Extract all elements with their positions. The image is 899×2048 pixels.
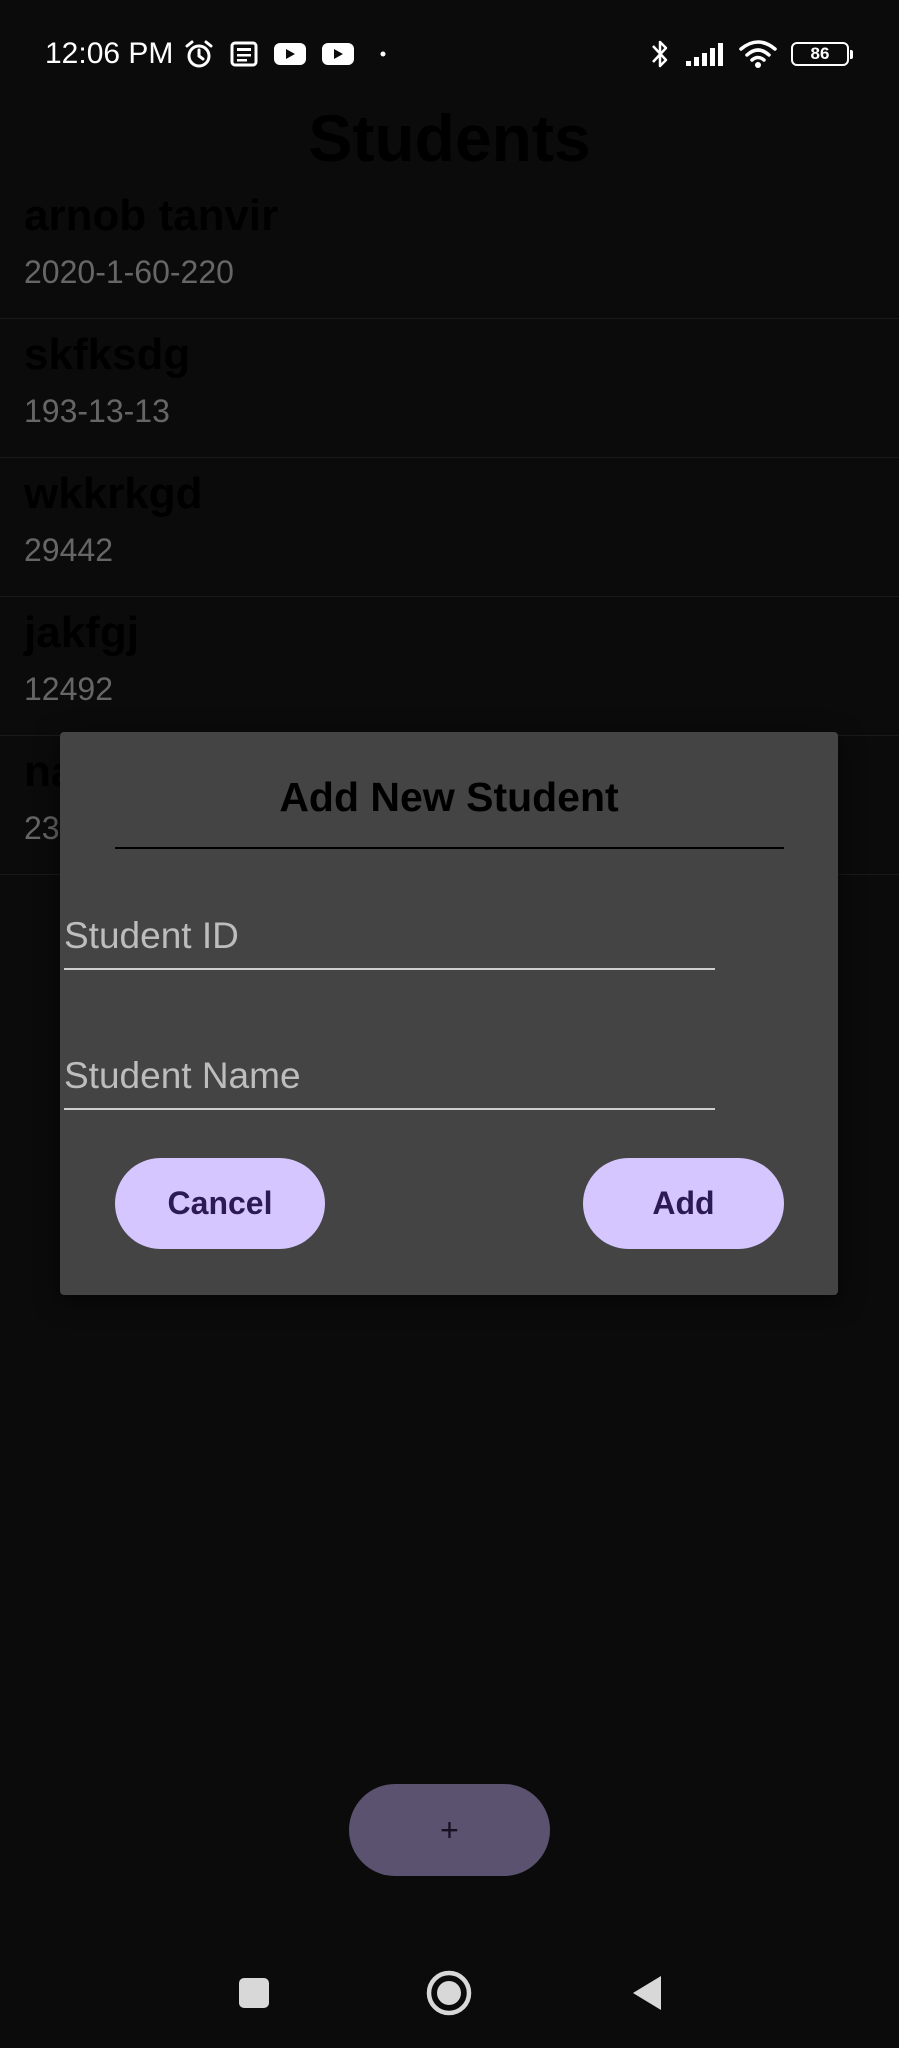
dialog-title: Add New Student — [279, 774, 619, 820]
student-id: 29442 — [24, 532, 113, 568]
page-title: Students — [308, 101, 591, 175]
dot-icon — [379, 50, 387, 58]
add-button[interactable]: Add — [583, 1158, 784, 1249]
cancel-button[interactable]: Cancel — [115, 1158, 325, 1249]
list-item[interactable]: jakfgj 12492 — [0, 597, 899, 736]
youtube-icon — [273, 41, 307, 67]
student-name-input[interactable] — [64, 1044, 715, 1108]
student-id: 2020-1-60-220 — [24, 254, 234, 290]
home-icon[interactable] — [424, 1968, 474, 2018]
student-id-field[interactable] — [64, 904, 715, 970]
wifi-icon — [739, 39, 777, 69]
signal-icon — [685, 41, 725, 67]
student-name: jakfgj — [24, 608, 139, 657]
student-name: skfksdg — [24, 330, 191, 379]
student-id-input[interactable] — [64, 904, 715, 968]
news-icon — [229, 39, 259, 69]
system-icons: 86 — [649, 36, 853, 72]
list-item[interactable]: wkkrkgd 29442 — [0, 458, 899, 597]
navigation-bar — [0, 1940, 899, 2048]
battery-level: 86 — [810, 44, 830, 63]
student-name-field[interactable] — [64, 1044, 715, 1110]
bluetooth-icon — [649, 37, 671, 71]
student-id: 193-13-13 — [24, 393, 170, 429]
status-bar: 12:06 PM 86 — [0, 0, 899, 108]
student-id: 12492 — [24, 671, 113, 707]
student-name: arnob tanvir — [24, 191, 279, 240]
dialog-divider — [115, 847, 784, 849]
recents-icon[interactable] — [229, 1968, 279, 2018]
list-item[interactable]: arnob tanvir 2020-1-60-220 — [0, 180, 899, 319]
student-id: 23 — [24, 810, 60, 846]
battery-icon: 86 — [791, 42, 853, 66]
youtube-icon — [321, 41, 355, 67]
student-name: wkkrkgd — [24, 469, 203, 518]
notification-icons — [183, 36, 387, 72]
alarm-icon — [183, 38, 215, 70]
back-icon[interactable] — [622, 1968, 672, 2018]
add-student-fab[interactable]: + — [349, 1784, 550, 1876]
status-time: 12:06 PM — [45, 37, 174, 70]
list-item[interactable]: skfksdg 193-13-13 — [0, 319, 899, 458]
